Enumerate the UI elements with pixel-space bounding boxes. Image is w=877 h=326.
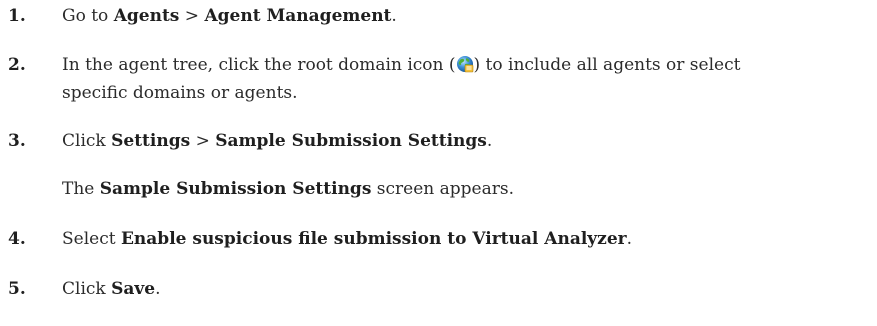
text-run: . bbox=[486, 131, 493, 151]
step-text: Go to Agents > Agent Management. bbox=[62, 2, 677, 30]
step-number: 4. bbox=[8, 229, 26, 249]
menu-settings: Settings bbox=[111, 131, 191, 151]
text-run: In the agent tree, click the root domain… bbox=[62, 55, 456, 75]
step-3-result: The Sample Submission Settings screen ap… bbox=[62, 175, 514, 203]
menu-agents: Agents bbox=[113, 6, 180, 26]
text-run: screen appears. bbox=[371, 179, 514, 199]
text-run: . bbox=[626, 229, 633, 249]
step-number: 3. bbox=[8, 131, 26, 151]
step-number: 1. bbox=[8, 6, 26, 26]
text-run: . bbox=[391, 6, 397, 26]
button-save-reference: Save bbox=[111, 279, 156, 299]
text-run: . bbox=[155, 279, 161, 299]
text-run: Select bbox=[62, 229, 121, 249]
step-number: 5. bbox=[8, 279, 26, 299]
option-enable-suspicious-file-submission: Enable suspicious file submission to Vir… bbox=[120, 229, 627, 249]
step-text: Click Settings > Sample Submission Setti… bbox=[62, 127, 677, 155]
step-text: In the agent tree, click the root domain… bbox=[62, 51, 837, 107]
text-run: ) to include all agents or select bbox=[473, 55, 741, 75]
procedure-document: 1. Go to Agents > Agent Management. 2. I… bbox=[0, 0, 877, 326]
root-domain-globe-icon bbox=[456, 54, 474, 73]
text-run: Go to bbox=[62, 6, 114, 26]
text-run: > bbox=[190, 131, 216, 151]
text-run: > bbox=[179, 6, 205, 26]
text-run: Click bbox=[62, 131, 112, 151]
menu-sample-submission-settings: Sample Submission Settings bbox=[215, 131, 487, 151]
step-text: Click Save. bbox=[62, 275, 677, 303]
screen-name: Sample Submission Settings bbox=[99, 179, 372, 199]
text-run: specific domains or agents. bbox=[62, 83, 298, 103]
menu-agent-management: Agent Management bbox=[204, 6, 392, 26]
text-run: Click bbox=[62, 279, 112, 299]
text-run: The bbox=[62, 179, 100, 199]
step-text: Select Enable suspicious file submission… bbox=[62, 225, 857, 253]
step-number: 2. bbox=[8, 55, 26, 75]
